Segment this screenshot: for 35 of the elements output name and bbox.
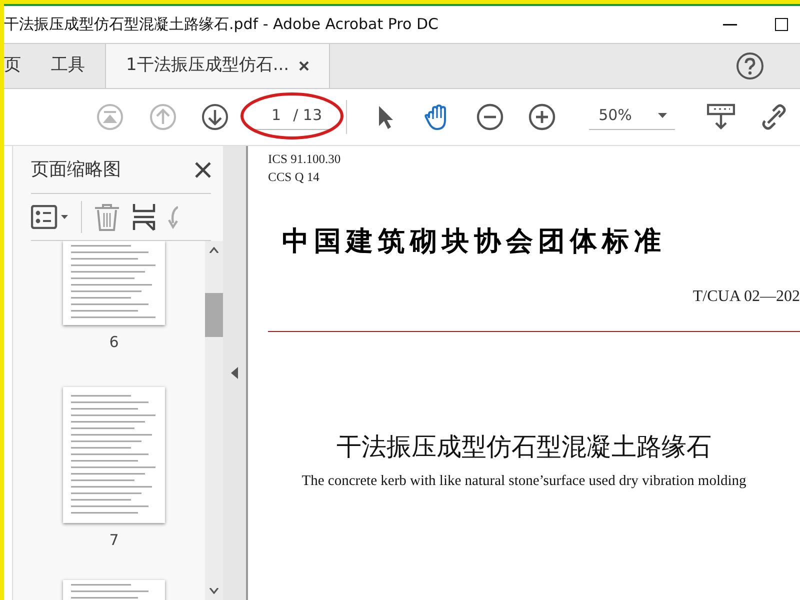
scrollbar-thumb[interactable] [205,292,223,337]
help-icon[interactable] [736,52,764,80]
document-code: CCS Q 14 [268,169,320,186]
page-number: 6 [109,332,119,353]
zoom-out-icon[interactable] [476,103,504,131]
tab[interactable]: 工具 [31,44,105,88]
minimize-icon[interactable] [723,24,737,26]
zoom-field[interactable]: 50% [588,104,675,130]
page-number: 7 [109,530,119,552]
trash-icon[interactable] [94,203,120,232]
panel-title: 页面缩略图 [31,158,121,182]
document-subtitle: The concrete kerb with like natural stone’surface used dry vibration molding [300,472,748,491]
standard-number: T/CUA 02—202 [692,286,800,306]
document-title: 干法振压成型仿石型混凝土路缘石 [336,430,712,462]
scroll-up-icon[interactable] [209,246,219,253]
link-icon[interactable] [760,103,788,131]
scroll-down-icon[interactable] [209,588,219,594]
document-heading: 中国建筑砌块协会团体标准 [282,225,667,259]
options-icon[interactable] [31,205,69,230]
tab[interactable]: 1干法振压成型仿石... [105,44,330,88]
close-icon[interactable] [195,162,211,178]
page-thumbnail[interactable] [63,387,165,524]
window-title: 干法振压成型仿石型混凝土路缘石.pdf - Adobe Acrobat Pro DC [4,14,438,36]
document-code: ICS 91.100.30 [268,151,342,168]
zoom-in-icon[interactable] [528,103,556,131]
page-thumbnail[interactable] [63,240,165,325]
close-icon[interactable] [299,61,309,71]
caret-icon[interactable] [658,113,667,118]
extract-pages-icon[interactable] [132,203,156,232]
maximize-icon[interactable] [775,18,788,31]
next-page-icon[interactable] [201,103,230,131]
scroll-down-icon[interactable] [707,103,736,131]
tab[interactable]: 页 [4,44,31,88]
collapse-arrow-icon[interactable] [231,367,238,379]
scrollbar[interactable] [205,240,223,600]
